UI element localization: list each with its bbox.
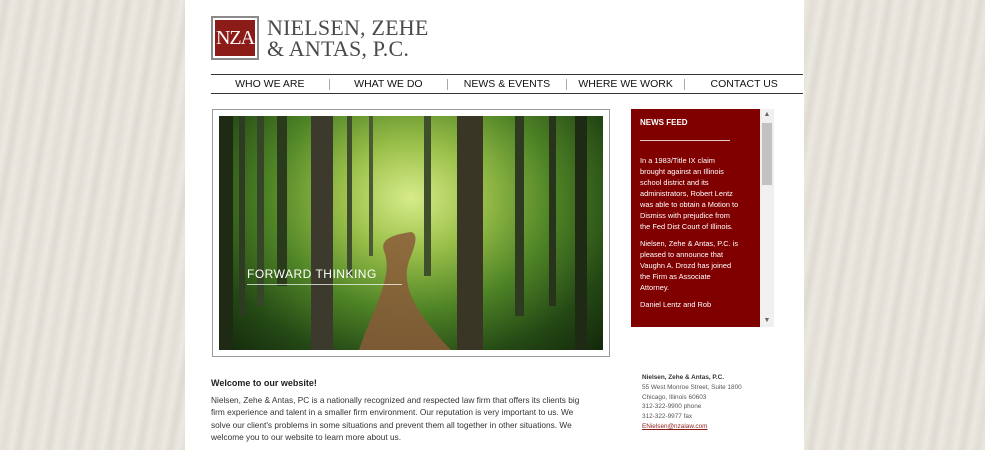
hero-banner: FORWARD THINKING [212, 109, 610, 357]
scroll-down-arrow-icon[interactable]: ▼ [760, 315, 774, 327]
nav-who-we-are[interactable]: WHO WE ARE [211, 78, 330, 90]
news-feed-title: NEWS FEED [640, 118, 688, 127]
news-feed-widget: NEWS FEED In a 1983/Title IX claim broug… [631, 109, 774, 327]
forest-path-image: FORWARD THINKING [219, 116, 603, 350]
nav-news-events[interactable]: NEWS & EVENTS [448, 78, 567, 90]
main-nav: WHO WE ARE WHAT WE DO NEWS & EVENTS WHER… [211, 74, 803, 94]
hero-caption: FORWARD THINKING [247, 267, 377, 281]
forest-illustration [219, 116, 587, 350]
welcome-heading: Welcome to our website! [211, 378, 317, 388]
logo-line-1: NIELSEN, ZEHE [267, 15, 429, 40]
page-container: NZA NIELSEN, ZEHE & ANTAS, P.C. WHO WE A… [185, 0, 804, 450]
news-item[interactable]: Daniel Lentz and Rob [640, 299, 740, 310]
contact-fax: 312-322-9977 fax [642, 413, 693, 421]
news-feed-divider [640, 140, 730, 141]
news-feed-panel: NEWS FEED In a 1983/Title IX claim broug… [631, 109, 760, 327]
logo-wordmark: NIELSEN, ZEHE & ANTAS, P.C. [267, 15, 429, 61]
logo-monogram: NZA [215, 20, 255, 56]
nav-contact-us[interactable]: CONTACT US [685, 78, 803, 90]
news-item[interactable]: Nielsen, Zehe & Antas, P.C. is pleased t… [640, 238, 740, 293]
logo-line-2: & ANTAS, P.C. [267, 36, 410, 61]
news-item[interactable]: In a 1983/Title IX claim brought against… [640, 155, 740, 232]
nav-where-we-work[interactable]: WHERE WE WORK [567, 78, 686, 90]
scroll-thumb[interactable] [762, 123, 772, 185]
contact-address: 55 West Monroe Street, Suite 1800 [642, 383, 742, 391]
logo-monogram-box: NZA [211, 16, 259, 60]
contact-email-link[interactable]: ENielsen@nzalaw.com [642, 422, 742, 432]
scroll-up-arrow-icon[interactable]: ▲ [760, 109, 774, 121]
nav-what-we-do[interactable]: WHAT WE DO [330, 78, 449, 90]
contact-info: Nielsen, Zehe & Antas, P.C. 55 West Monr… [642, 373, 742, 432]
firm-logo[interactable]: NZA NIELSEN, ZEHE & ANTAS, P.C. [211, 16, 428, 60]
news-feed-body: In a 1983/Title IX claim brought against… [640, 155, 740, 316]
contact-phone: 312-322-9900 phone [642, 403, 702, 411]
news-scrollbar[interactable]: ▲ ▼ [760, 109, 774, 327]
contact-firm-name: Nielsen, Zehe & Antas, P.C. [642, 374, 725, 381]
welcome-paragraph: Nielsen, Zehe & Antas, PC is a nationall… [211, 395, 580, 443]
hero-caption-underline [247, 284, 402, 285]
contact-city: Chicago, Illinois 60603 [642, 393, 707, 401]
